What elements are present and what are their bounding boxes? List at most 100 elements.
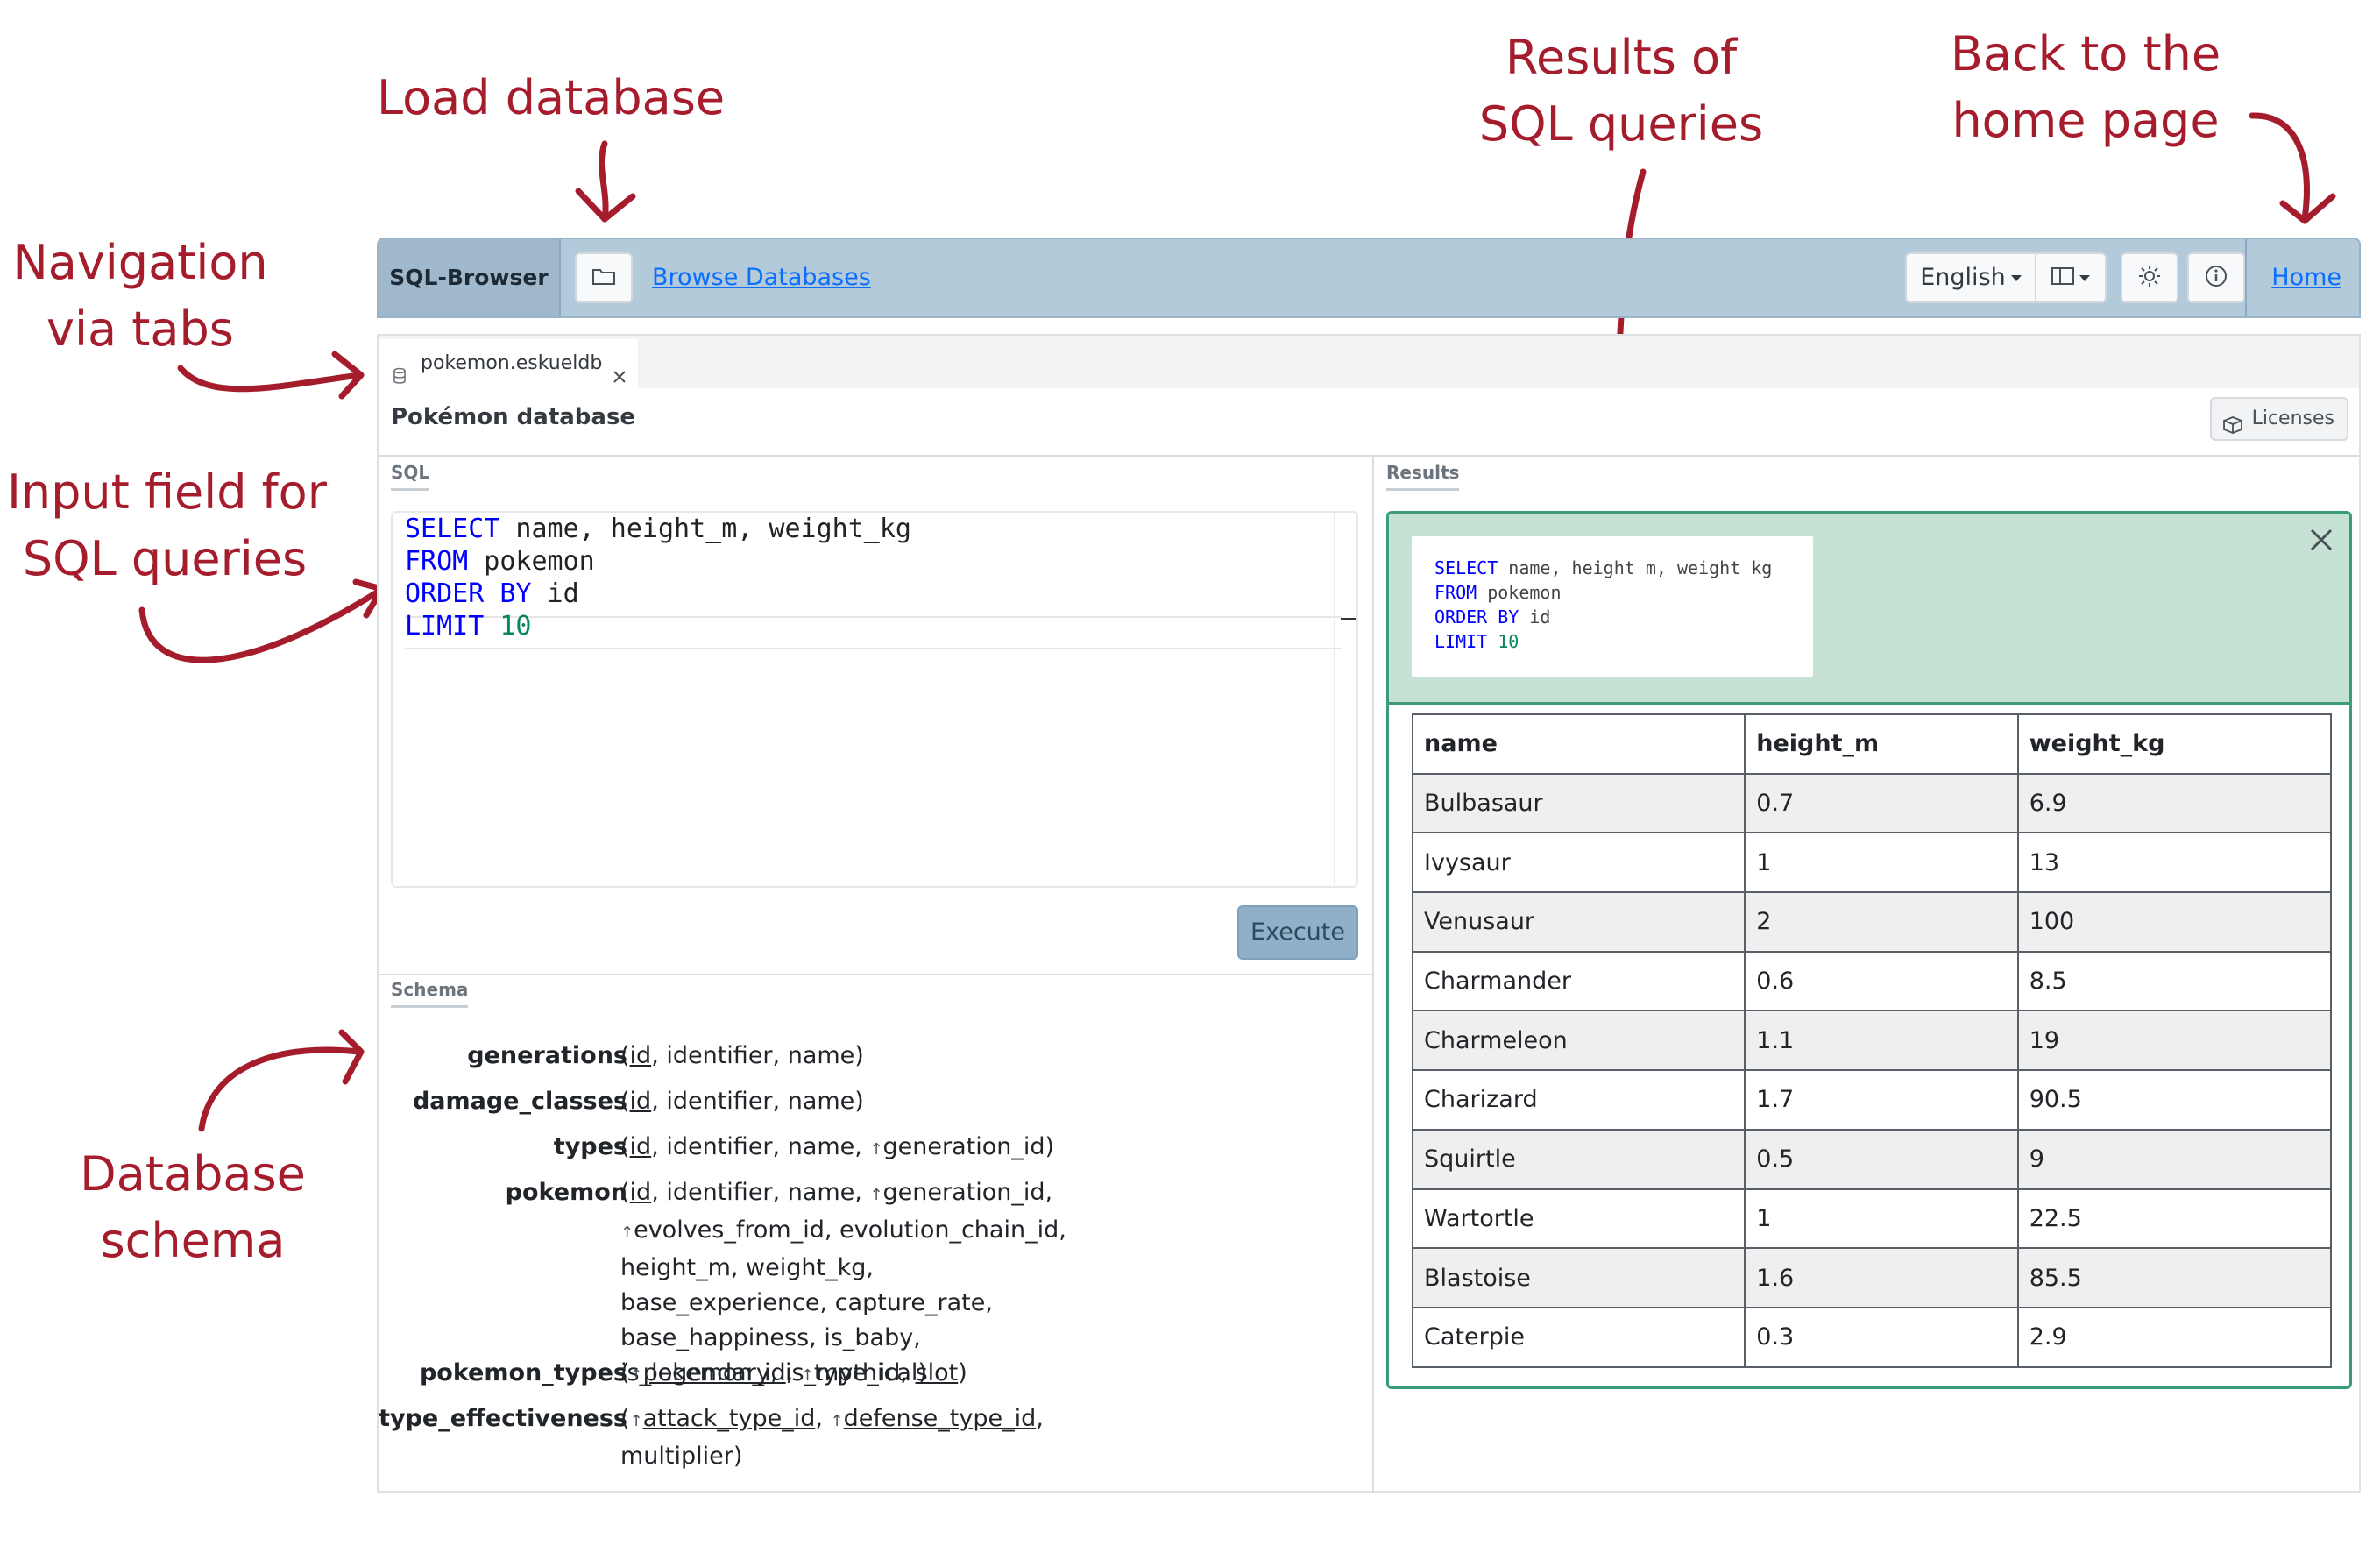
annotation-text: Back to the <box>1950 26 2221 82</box>
close-icon[interactable] <box>2306 524 2337 556</box>
schema-column: name <box>787 1179 855 1206</box>
table-cell: 0.7 <box>1744 772 2019 834</box>
table-cell: 0.5 <box>1744 1128 2019 1190</box>
schema-column: type_id <box>813 1359 901 1386</box>
primary-key-column: defense_type_id <box>843 1405 1037 1432</box>
info-icon <box>2204 264 2228 292</box>
chevron-down-icon <box>2079 274 2090 281</box>
table-cell: Bulbasaur <box>1411 772 1746 834</box>
sql-token: pokemon <box>1477 582 1562 603</box>
sql-keyword: ORDER BY <box>405 578 532 609</box>
arrow-load-database <box>599 140 609 223</box>
table-cell: 1.1 <box>1744 1010 2019 1072</box>
sql-token: pokemon <box>468 546 595 577</box>
database-title: Pokémon database <box>391 404 636 430</box>
language-select[interactable]: English <box>1905 252 2036 303</box>
home-link[interactable]: Home <box>2271 239 2341 316</box>
table-cell: 0.6 <box>1744 950 2019 1012</box>
theme-toggle-button[interactable] <box>2121 252 2178 303</box>
tab-pokemon-db[interactable]: pokemon.eskueldb <box>379 339 638 388</box>
schema-column: capture_rate <box>834 1289 986 1316</box>
table-cell: 6.9 <box>2016 772 2333 834</box>
table-header-row: name height_m weight_kg <box>1411 713 2333 775</box>
annotation-text: SQL queries <box>1478 96 1764 152</box>
sql-keyword: LIMIT <box>1434 631 1488 652</box>
table-cell: 85.5 <box>2016 1247 2333 1308</box>
sql-keyword: LIMIT <box>405 611 485 642</box>
schema-column: is_baby <box>824 1324 914 1351</box>
schema-column: identifier <box>666 1042 773 1069</box>
sun-icon <box>2137 264 2162 292</box>
sql-token: name, height_m, weight_kg <box>1498 557 1773 578</box>
table-cell: Ivysaur <box>1411 832 1746 894</box>
column-divider <box>1372 457 1374 1493</box>
schema-column: name <box>787 1042 855 1069</box>
result-card: SELECT name, height_m, weight_kg FROM pok… <box>1386 511 2352 1389</box>
arrow-database-schema-head <box>338 1029 365 1085</box>
sql-editor[interactable]: SELECT name, height_m, weight_kg FROM pok… <box>391 511 1358 888</box>
table-cell: Caterpie <box>1411 1306 1746 1368</box>
sql-keyword: FROM <box>405 546 469 577</box>
schema-column: generation_id <box>882 1133 1045 1160</box>
layout-toggle-button[interactable] <box>2035 252 2107 303</box>
primary-key-column: attack_type_id <box>642 1405 816 1432</box>
table-cell: Squirtle <box>1411 1128 1746 1190</box>
table-row: Squirtle 0.5 9 <box>1411 1128 2333 1190</box>
table-cell: 100 <box>2016 891 2333 953</box>
load-database-button[interactable] <box>575 252 633 303</box>
browse-databases-link[interactable]: Browse Databases <box>652 239 871 316</box>
table-cell: 8.5 <box>2016 950 2333 1012</box>
annotation-text: Input field for <box>7 464 327 520</box>
foreign-key-arrow-icon: ↑ <box>869 1140 883 1159</box>
arrow-home <box>2249 112 2310 223</box>
primary-key-column: id <box>629 1088 652 1115</box>
primary-key-column: id <box>629 1179 652 1206</box>
schema-column: height_m <box>620 1254 731 1281</box>
table-cell: 22.5 <box>2016 1188 2333 1250</box>
table-cell: Charmander <box>1411 950 1746 1012</box>
column-header[interactable]: name <box>1411 713 1746 775</box>
close-icon[interactable] <box>612 355 627 404</box>
schema-table-name: damage_classes <box>412 1088 627 1115</box>
column-header[interactable]: weight_kg <box>2016 713 2333 775</box>
code-line: FROM pokemon <box>1434 580 1562 605</box>
table-cell: 13 <box>2016 832 2333 894</box>
annotation-text: Database <box>80 1146 306 1202</box>
annotation-text: via tabs <box>46 301 234 357</box>
annotation-navigation: Navigation via tabs <box>9 230 272 363</box>
editor-minimap-marker <box>1341 618 1356 620</box>
table-row: Charmander 0.6 8.5 <box>1411 950 2333 1012</box>
table-cell: 1 <box>1744 832 2019 894</box>
table-cell: 1.7 <box>1744 1069 2019 1131</box>
sql-schema-divider <box>379 974 1372 975</box>
info-button[interactable] <box>2187 252 2245 303</box>
code-line: LIMIT 10 <box>405 610 532 643</box>
editor-scrollbar[interactable] <box>1334 513 1335 886</box>
query-preview: SELECT name, height_m, weight_kg FROM pok… <box>1412 536 1813 677</box>
table-row: Blastoise 1.6 85.5 <box>1411 1247 2333 1308</box>
folder-icon <box>591 266 616 290</box>
table-cell: Charmeleon <box>1411 1010 1746 1072</box>
table-cell: 9 <box>2016 1128 2333 1190</box>
annotation-text: schema <box>100 1213 286 1268</box>
table-cell: 2 <box>1744 891 2019 953</box>
primary-key-column: slot <box>915 1359 959 1386</box>
main-panel: pokemon.eskueldb Pokémon database Licens… <box>377 334 2361 1493</box>
brand-title[interactable]: SQL-Browser <box>379 239 561 316</box>
code-line: FROM pokemon <box>405 545 595 578</box>
arrow-database-schema <box>198 1046 363 1132</box>
tab-label: pokemon.eskueldb <box>421 352 603 374</box>
schema-columns: (id, identifier, name) <box>620 1042 864 1069</box>
table-cell: 1 <box>1744 1188 2019 1250</box>
annotation-database-schema: Database schema <box>61 1141 324 1274</box>
table-cell: Wartortle <box>1411 1188 1746 1250</box>
table-row: Bulbasaur 0.7 6.9 <box>1411 772 2333 834</box>
arrow-home-head <box>2279 193 2336 224</box>
execute-button[interactable]: Execute <box>1237 905 1358 960</box>
schema-column: evolves_from_id <box>634 1216 825 1244</box>
column-header[interactable]: height_m <box>1744 713 2019 775</box>
primary-key-column: id <box>629 1042 652 1069</box>
licenses-button[interactable]: Licenses <box>2210 397 2348 441</box>
table-cell: 0.3 <box>1744 1306 2019 1368</box>
